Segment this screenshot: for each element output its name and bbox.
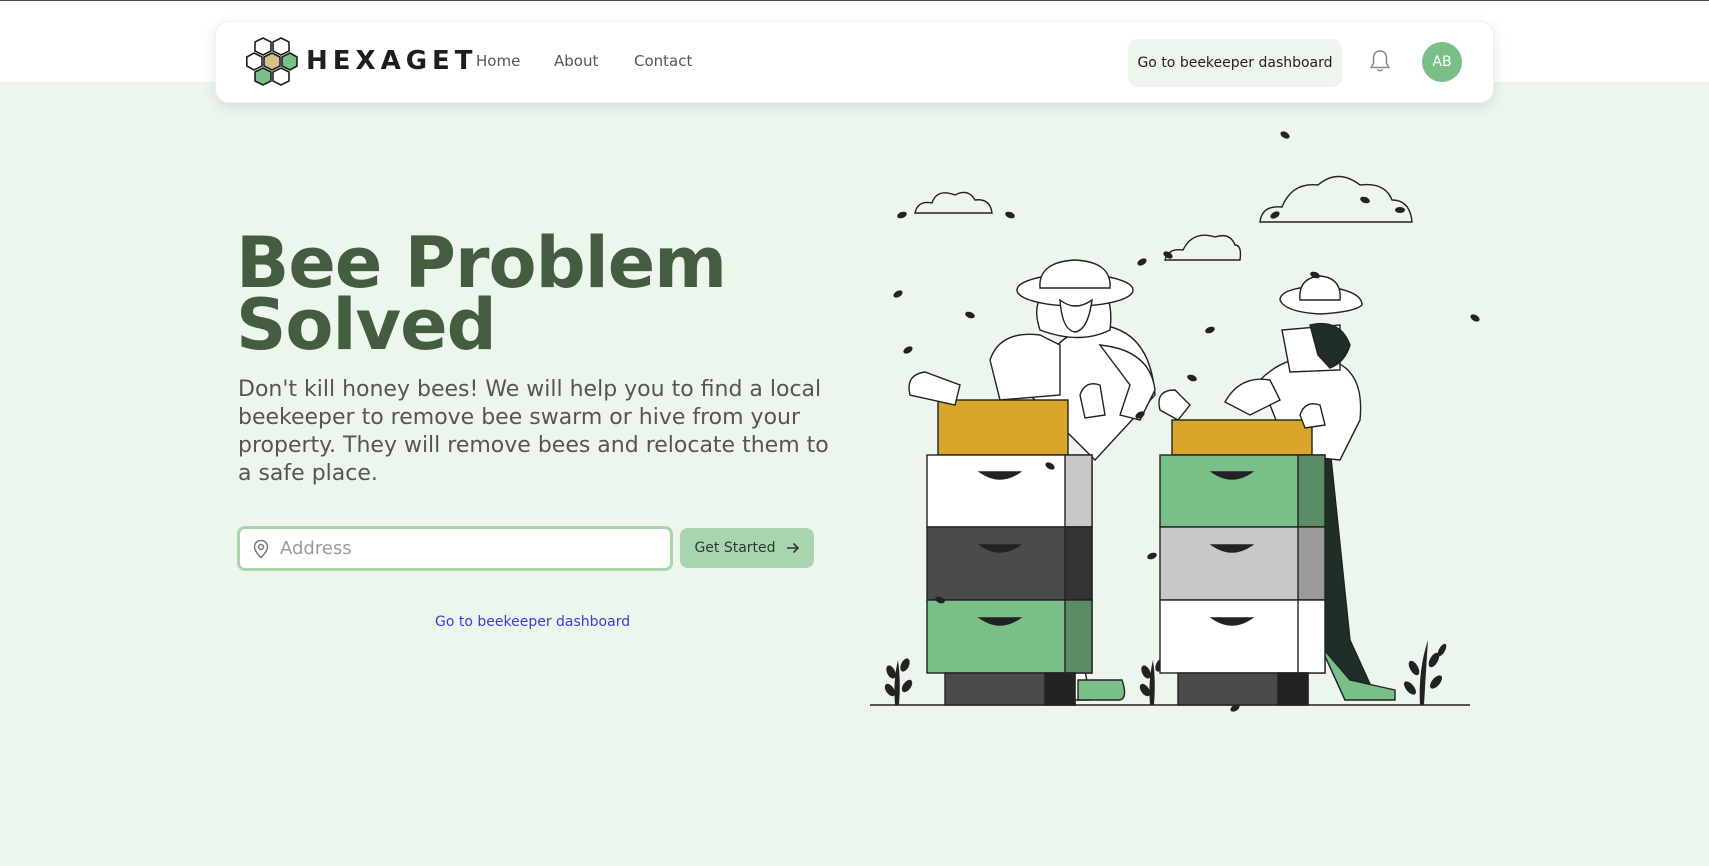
arrow-right-icon [786,542,799,554]
avatar[interactable]: AB [1422,42,1462,82]
get-started-button[interactable]: Get Started [680,528,814,568]
nav-link-home[interactable]: Home [476,52,520,70]
logo-text: HEXAGET [306,46,478,76]
dashboard-link[interactable]: Go to beekeeper dashboard [435,614,630,630]
bell-icon[interactable] [1369,48,1391,78]
hero-title: Bee Problem Solved [236,228,796,360]
get-started-label: Get Started [694,540,776,556]
beekeepers-illustration [870,131,1480,712]
address-input[interactable] [280,538,650,559]
hexagon-logo-icon [246,37,298,86]
nav-link-about[interactable]: About [554,52,598,70]
address-field[interactable] [237,526,673,571]
nav-link-contact[interactable]: Contact [634,52,692,70]
logo[interactable]: HEXAGET [246,36,478,86]
navbar: HEXAGET Home About Contact Go to beekeep… [215,21,1494,103]
location-pin-icon [253,539,269,559]
hero-title-line2: Solved [236,284,497,366]
dashboard-button[interactable]: Go to beekeeper dashboard [1128,39,1342,87]
hero-description: Don't kill honey bees! We will help you … [238,377,829,486]
